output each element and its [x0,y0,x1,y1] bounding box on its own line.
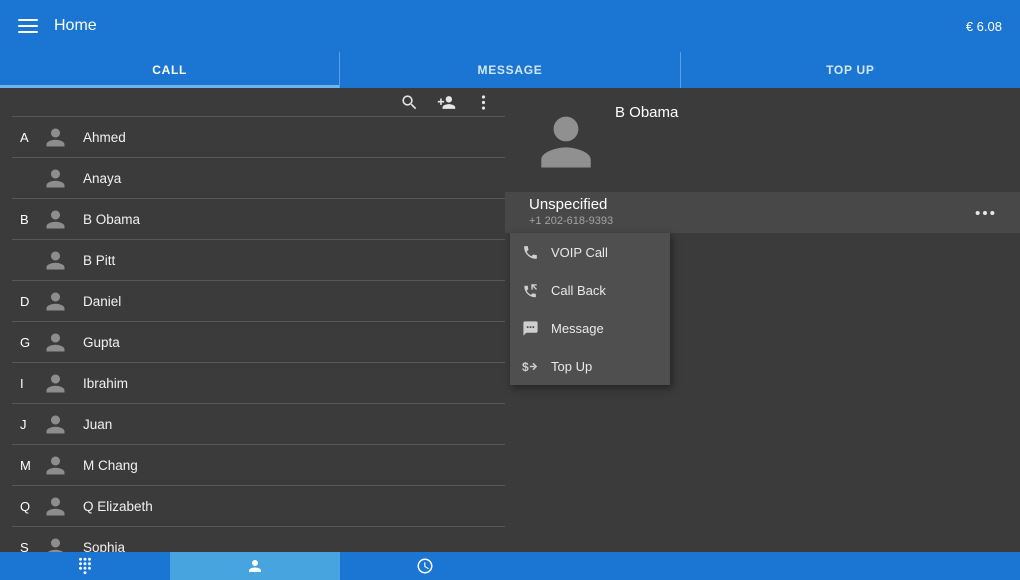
menu-item-message[interactable]: Message [510,309,670,347]
nav-dialpad[interactable] [0,552,170,580]
contact-row[interactable]: B B Obama [12,199,505,240]
contact-row[interactable]: A Ahmed [12,117,505,158]
phone-number: +1 202-618-9393 [529,215,613,229]
top-up-icon: $ [522,358,539,375]
contact-letter: A [12,130,42,145]
menu-item-label: VOIP Call [551,245,608,260]
contact-letter: G [12,335,42,350]
contact-name: B Pitt [83,253,115,268]
contact-detail-panel: B Obama Unspecified +1 202-618-9393 VOIP… [505,88,1020,552]
contact-detail-name: B Obama [615,104,678,121]
contact-name: Juan [83,417,112,432]
more-horizontal-icon[interactable] [974,204,996,222]
contact-avatar-icon [42,534,69,553]
contact-row[interactable]: Anaya [12,158,505,199]
contact-avatar-icon [42,370,69,397]
nav-history[interactable] [340,552,510,580]
contact-letter: S [12,540,42,553]
contact-row[interactable]: G Gupta [12,322,505,363]
tab-message[interactable]: MESSAGE [339,52,679,88]
nav-contacts[interactable] [170,552,340,580]
page-title: Home [54,17,97,35]
contact-row[interactable]: I Ibrahim [12,363,505,404]
contacts-panel: A Ahmed Anaya B B Obama B Pitt D Daniel [0,88,505,552]
contact-row[interactable]: J Juan [12,404,505,445]
contact-name: B Obama [83,212,140,227]
phone-number-texts: Unspecified +1 202-618-9393 [529,196,613,229]
add-contact-icon[interactable] [437,93,456,112]
dialpad-icon [76,557,94,575]
balance-label: € 6.08 [966,19,1002,34]
top-tabs: CALL MESSAGE TOP UP [0,52,1020,88]
phone-number-row[interactable]: Unspecified +1 202-618-9393 [505,192,1020,233]
app-screen: Home € 6.08 CALL MESSAGE TOP UP A [0,0,1020,580]
overflow-icon[interactable] [474,93,493,112]
contact-avatar-icon [42,206,69,233]
menu-item-voip-call[interactable]: VOIP Call [510,233,670,271]
menu-item-label: Message [551,321,604,336]
menu-item-top-up[interactable]: $ Top Up [510,347,670,385]
contact-name: Ahmed [83,130,126,145]
contact-name: Q Elizabeth [83,499,153,514]
contact-avatar-icon [42,411,69,438]
menu-item-label: Call Back [551,283,606,298]
contact-letter: D [12,294,42,309]
contact-letter: Q [12,499,42,514]
contact-name: Ibrahim [83,376,128,391]
contact-avatar-icon [42,288,69,315]
tab-topup[interactable]: TOP UP [680,52,1020,88]
voip-call-icon [522,244,539,261]
svg-text:$: $ [522,359,529,373]
contact-avatar-icon [42,452,69,479]
contact-row[interactable]: Q Q Elizabeth [12,486,505,527]
contact-row[interactable]: D Daniel [12,281,505,322]
contact-row[interactable]: M M Chang [12,445,505,486]
contact-avatar-icon [42,165,69,192]
contact-letter: I [12,376,42,391]
message-icon [522,320,539,337]
bottom-nav-spacer [510,552,1020,580]
call-back-icon [522,282,539,299]
contact-avatar-icon [42,247,69,274]
contact-letter: B [12,212,42,227]
main-content: A Ahmed Anaya B B Obama B Pitt D Daniel [0,88,1020,552]
person-icon [246,557,264,575]
contact-name: M Chang [83,458,138,473]
contact-avatar-icon [42,124,69,151]
contact-letter: J [12,417,42,432]
contact-detail-avatar-icon [533,96,599,184]
bottom-nav [0,552,1020,580]
menu-item-label: Top Up [551,359,592,374]
contact-name: Gupta [83,335,120,350]
menu-icon[interactable] [18,19,38,33]
contact-row[interactable]: S Sophia [12,527,505,552]
clock-icon [416,557,434,575]
topbar: Home € 6.08 [0,0,1020,52]
contact-avatar-icon [42,329,69,356]
contact-row[interactable]: B Pitt [12,240,505,281]
contact-list: A Ahmed Anaya B B Obama B Pitt D Daniel [12,116,505,552]
menu-item-call-back[interactable]: Call Back [510,271,670,309]
context-menu: VOIP Call Call Back Message $ [510,233,670,385]
contact-name: Anaya [83,171,121,186]
number-label: Unspecified [529,196,613,215]
contact-avatar-icon [42,493,69,520]
contact-name: Daniel [83,294,121,309]
contacts-actions [0,88,505,116]
contact-letter: M [12,458,42,473]
search-icon[interactable] [400,93,419,112]
tab-call[interactable]: CALL [0,52,339,88]
contact-name: Sophia [83,540,125,553]
